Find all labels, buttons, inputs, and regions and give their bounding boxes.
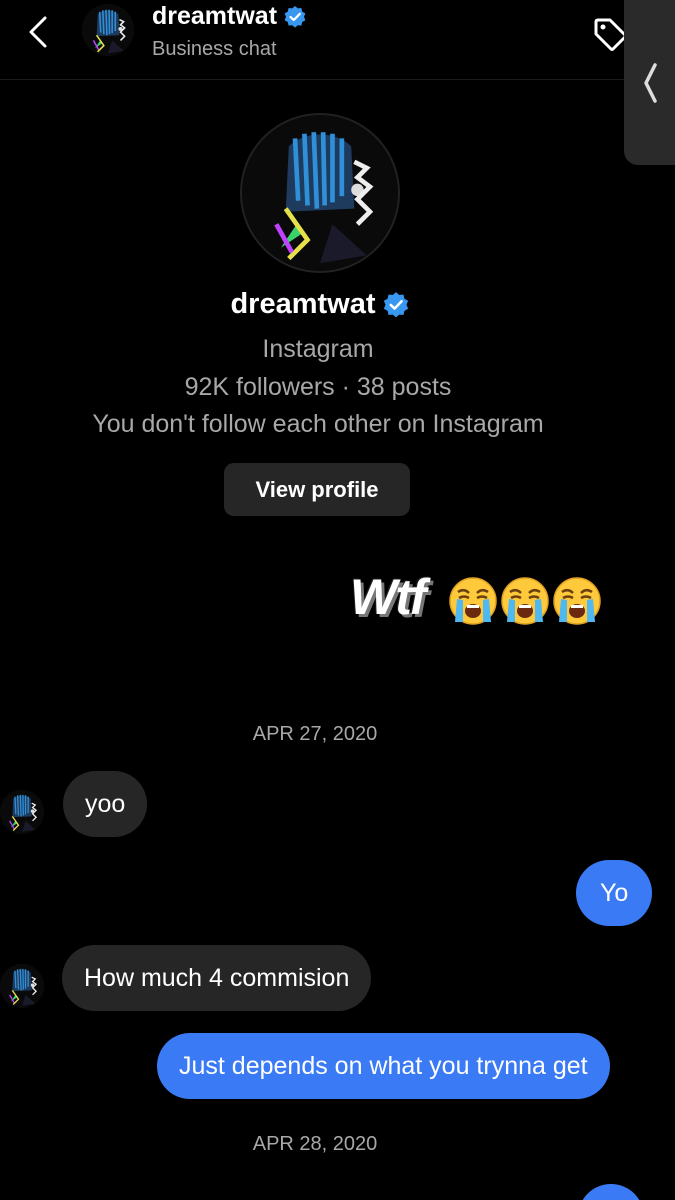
sender-avatar[interactable] <box>0 964 44 1008</box>
view-profile-button[interactable]: View profile <box>224 463 410 516</box>
header-avatar[interactable] <box>82 4 134 56</box>
profile-avatar[interactable] <box>240 113 400 273</box>
header-username[interactable]: dreamtwat <box>152 2 307 31</box>
overlay-emojis <box>448 576 602 626</box>
chevron-left-icon <box>29 16 47 48</box>
loudly-crying-face-icon <box>448 576 498 626</box>
verified-badge-icon <box>283 4 307 29</box>
sender-avatar[interactable] <box>0 790 44 834</box>
message-bubble-outgoing-partial[interactable] <box>578 1184 644 1200</box>
profile-relation: You don't follow each other on Instagram <box>92 410 544 438</box>
header-username-text: dreamtwat <box>152 2 278 30</box>
message-bubble-outgoing[interactable]: Just depends on what you trynna get <box>157 1033 610 1099</box>
message-bubble-incoming[interactable]: How much 4 commision <box>62 945 372 1011</box>
back-button[interactable] <box>20 12 56 52</box>
profile-username-text: dreamtwat <box>230 288 376 320</box>
profile-stats: 92K followers · 38 posts <box>184 373 452 401</box>
overlay-caption: Wtf <box>350 569 426 625</box>
verified-badge-icon <box>382 290 409 319</box>
side-panel-handle[interactable] <box>624 0 675 165</box>
profile-platform: Instagram <box>262 335 374 363</box>
message-bubble-outgoing[interactable]: Yo <box>576 860 653 926</box>
message-bubble-incoming[interactable]: yoo <box>63 771 148 837</box>
loudly-crying-face-icon <box>500 576 550 626</box>
chevron-left-icon <box>643 62 657 103</box>
loudly-crying-face-icon <box>552 576 602 626</box>
chat-header: dreamtwat Business chat <box>0 0 675 80</box>
date-separator: APR 27, 2020 <box>252 723 378 745</box>
date-separator: APR 28, 2020 <box>252 1133 378 1155</box>
profile-username: dreamtwat <box>0 288 640 321</box>
header-subtitle: Business chat <box>152 38 277 60</box>
